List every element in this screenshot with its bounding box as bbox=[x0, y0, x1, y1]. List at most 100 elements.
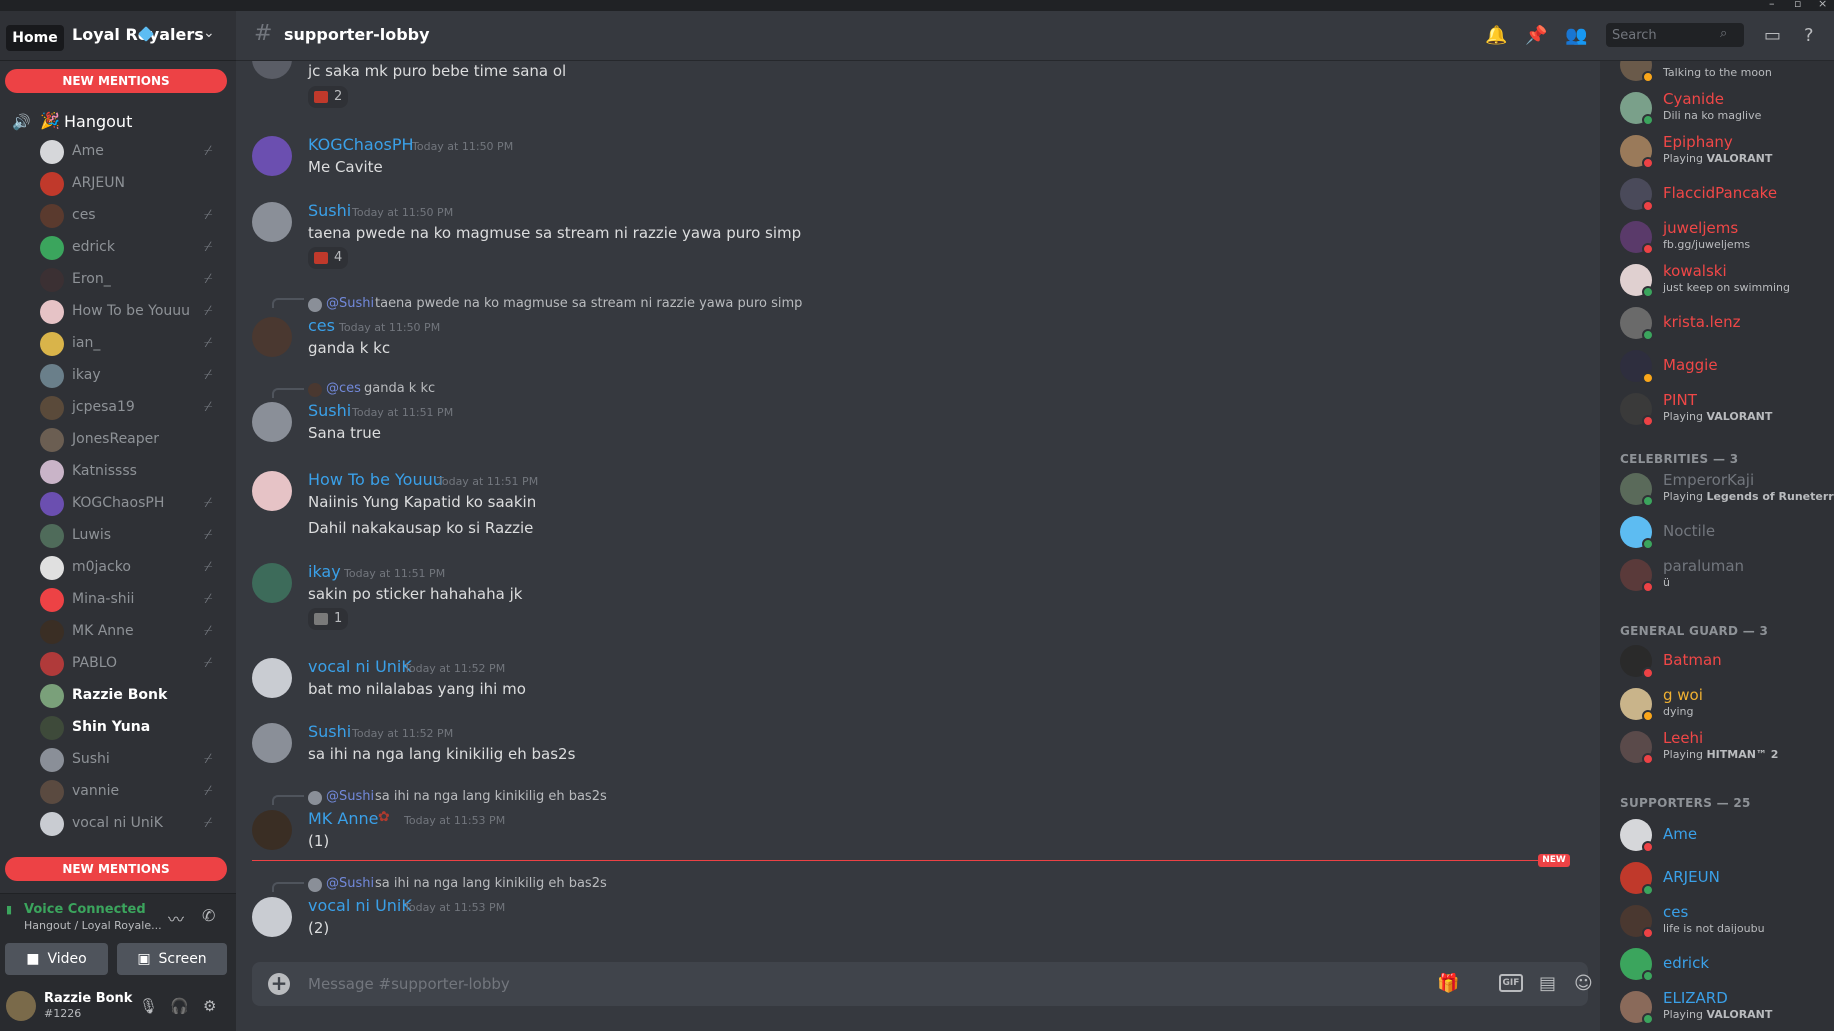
voice-user[interactable]: ikay ⌿ bbox=[38, 361, 228, 389]
voice-user[interactable]: vocal ni UniK ⌿ bbox=[38, 809, 228, 837]
avatar[interactable] bbox=[40, 524, 64, 548]
reaction[interactable]: 1 bbox=[308, 608, 348, 630]
member-item[interactable]: Cyanide Dili na ko maglive bbox=[1620, 88, 1830, 128]
member-item[interactable]: paraluman ü bbox=[1620, 555, 1830, 595]
avatar[interactable] bbox=[40, 748, 64, 772]
screen-share-button[interactable]: ▣ Screen bbox=[117, 943, 227, 975]
voice-user[interactable]: ARJEUN bbox=[38, 169, 228, 197]
chevron-down-icon[interactable]: ⌄ bbox=[203, 25, 217, 41]
voice-user[interactable]: Sushi ⌿ bbox=[38, 745, 228, 773]
help-icon[interactable]: ? bbox=[1804, 25, 1814, 46]
voice-user[interactable]: Shin Yuna bbox=[38, 713, 228, 741]
message-author[interactable]: How To be Youuu bbox=[308, 470, 443, 489]
avatar[interactable] bbox=[40, 204, 64, 228]
member-item[interactable]: Talking to the moon bbox=[1620, 61, 1830, 85]
avatar[interactable] bbox=[252, 317, 292, 357]
voice-user[interactable]: Razzie Bonk bbox=[38, 681, 228, 709]
reply-mention[interactable]: @Sushi bbox=[326, 296, 374, 311]
avatar[interactable] bbox=[252, 61, 292, 79]
reaction[interactable]: 2 bbox=[308, 86, 348, 108]
message-author[interactable]: vocal ni UniK bbox=[308, 657, 412, 676]
members-icon[interactable]: 👥 bbox=[1565, 25, 1587, 46]
message-author[interactable]: Sushi bbox=[308, 722, 351, 741]
voice-user[interactable]: Luwis ⌿ bbox=[38, 521, 228, 549]
headphones-icon[interactable]: 🎧 bbox=[170, 997, 189, 1015]
avatar[interactable] bbox=[40, 716, 64, 740]
voice-user[interactable]: Katnissss bbox=[38, 457, 228, 485]
member-item[interactable]: Batman bbox=[1620, 641, 1830, 681]
gear-icon[interactable]: ⚙ bbox=[203, 997, 216, 1015]
avatar[interactable] bbox=[252, 810, 292, 850]
reply-preview[interactable]: ganda k kc bbox=[364, 381, 435, 396]
reply-mention[interactable]: @Sushi bbox=[326, 789, 374, 804]
member-item[interactable]: Maggie bbox=[1620, 346, 1830, 386]
inbox-icon[interactable]: ▭ bbox=[1764, 25, 1781, 46]
voice-channel-hangout[interactable]: 🔊 🎉 Hangout bbox=[12, 108, 226, 134]
member-item[interactable]: ELIZARD Playing VALORANT bbox=[1620, 987, 1830, 1027]
noise-suppression-icon[interactable]: 〰 bbox=[168, 906, 184, 930]
avatar[interactable] bbox=[40, 492, 64, 516]
member-item[interactable]: EmperorKaji Playing Legends of Runeterra bbox=[1620, 469, 1834, 509]
sticker-icon[interactable]: ▤ bbox=[1539, 973, 1556, 994]
gift-icon[interactable]: 🎁 bbox=[1437, 973, 1459, 994]
avatar[interactable] bbox=[40, 172, 64, 196]
gif-button[interactable]: GIF bbox=[1499, 974, 1523, 992]
member-item[interactable]: juweljems fb.gg/juweljems bbox=[1620, 217, 1830, 257]
avatar[interactable] bbox=[252, 202, 292, 242]
avatar[interactable] bbox=[252, 897, 292, 937]
voice-user[interactable]: m0jacko ⌿ bbox=[38, 553, 228, 581]
minimize-icon[interactable]: – bbox=[1769, 0, 1775, 10]
reply-preview[interactable]: sa ihi na nga lang kinikilig eh bas2s bbox=[375, 789, 607, 804]
voice-user[interactable]: JonesReaper bbox=[38, 425, 228, 453]
voice-user[interactable]: ces ⌿ bbox=[38, 201, 228, 229]
avatar[interactable] bbox=[252, 563, 292, 603]
avatar[interactable] bbox=[40, 684, 64, 708]
voice-user[interactable]: vannie ⌿ bbox=[38, 777, 228, 805]
voice-user[interactable]: ian_ ⌿ bbox=[38, 329, 228, 357]
voice-user[interactable]: KOGChaosPH ⌿ bbox=[38, 489, 228, 517]
avatar[interactable] bbox=[252, 723, 292, 763]
avatar[interactable] bbox=[40, 236, 64, 260]
message-author[interactable]: Sushi bbox=[308, 401, 351, 420]
reply-preview[interactable]: taena pwede na ko magmuse sa stream ni r… bbox=[375, 296, 802, 311]
member-item[interactable]: Noctile bbox=[1620, 512, 1830, 552]
reaction[interactable]: 4 bbox=[308, 247, 348, 269]
message-author[interactable]: ces bbox=[308, 316, 335, 335]
member-item[interactable]: FlaccidPancake bbox=[1620, 174, 1830, 214]
voice-user[interactable]: Mina-shii ⌿ bbox=[38, 585, 228, 613]
add-attachment-icon[interactable]: + bbox=[268, 973, 290, 995]
avatar[interactable] bbox=[40, 460, 64, 484]
reply-mention[interactable]: @Sushi bbox=[326, 876, 374, 891]
voice-user[interactable]: PABLO ⌿ bbox=[38, 649, 228, 677]
disconnect-icon[interactable]: ✆ bbox=[202, 906, 215, 925]
avatar[interactable] bbox=[40, 588, 64, 612]
member-item[interactable]: Ame bbox=[1620, 815, 1830, 855]
avatar[interactable] bbox=[40, 780, 64, 804]
new-mentions-button-top[interactable]: NEW MENTIONS bbox=[5, 69, 227, 93]
avatar[interactable] bbox=[40, 556, 64, 580]
voice-user[interactable]: Eron_ ⌿ bbox=[38, 265, 228, 293]
emoji-icon[interactable]: ☺ bbox=[1574, 973, 1593, 994]
voice-user[interactable]: jcpesa19 ⌿ bbox=[38, 393, 228, 421]
server-header[interactable]: Home Loyal Royalers ⌄ bbox=[0, 11, 236, 61]
close-icon[interactable]: × bbox=[1818, 0, 1827, 10]
avatar[interactable] bbox=[252, 658, 292, 698]
voice-user[interactable]: Ame ⌿ bbox=[38, 137, 228, 165]
message-author[interactable]: vocal ni UniK bbox=[308, 896, 412, 915]
avatar[interactable] bbox=[252, 402, 292, 442]
avatar[interactable] bbox=[40, 620, 64, 644]
avatar[interactable] bbox=[40, 140, 64, 164]
avatar[interactable] bbox=[40, 812, 64, 836]
voice-user[interactable]: How To be Youuu ⌿ bbox=[38, 297, 228, 325]
member-item[interactable]: edrick bbox=[1620, 944, 1830, 984]
voice-status[interactable]: Voice Connected bbox=[24, 902, 146, 917]
message-author[interactable]: ikay bbox=[308, 562, 341, 581]
message-author[interactable]: MK Anne bbox=[308, 809, 378, 828]
voice-user[interactable]: MK Anne ⌿ bbox=[38, 617, 228, 645]
avatar[interactable] bbox=[40, 652, 64, 676]
maximize-icon[interactable]: ▫ bbox=[1794, 0, 1801, 10]
avatar[interactable] bbox=[40, 396, 64, 420]
avatar[interactable] bbox=[6, 991, 36, 1021]
member-item[interactable]: PINT Playing VALORANT bbox=[1620, 389, 1830, 429]
bell-icon[interactable]: 🔔 bbox=[1485, 25, 1507, 46]
